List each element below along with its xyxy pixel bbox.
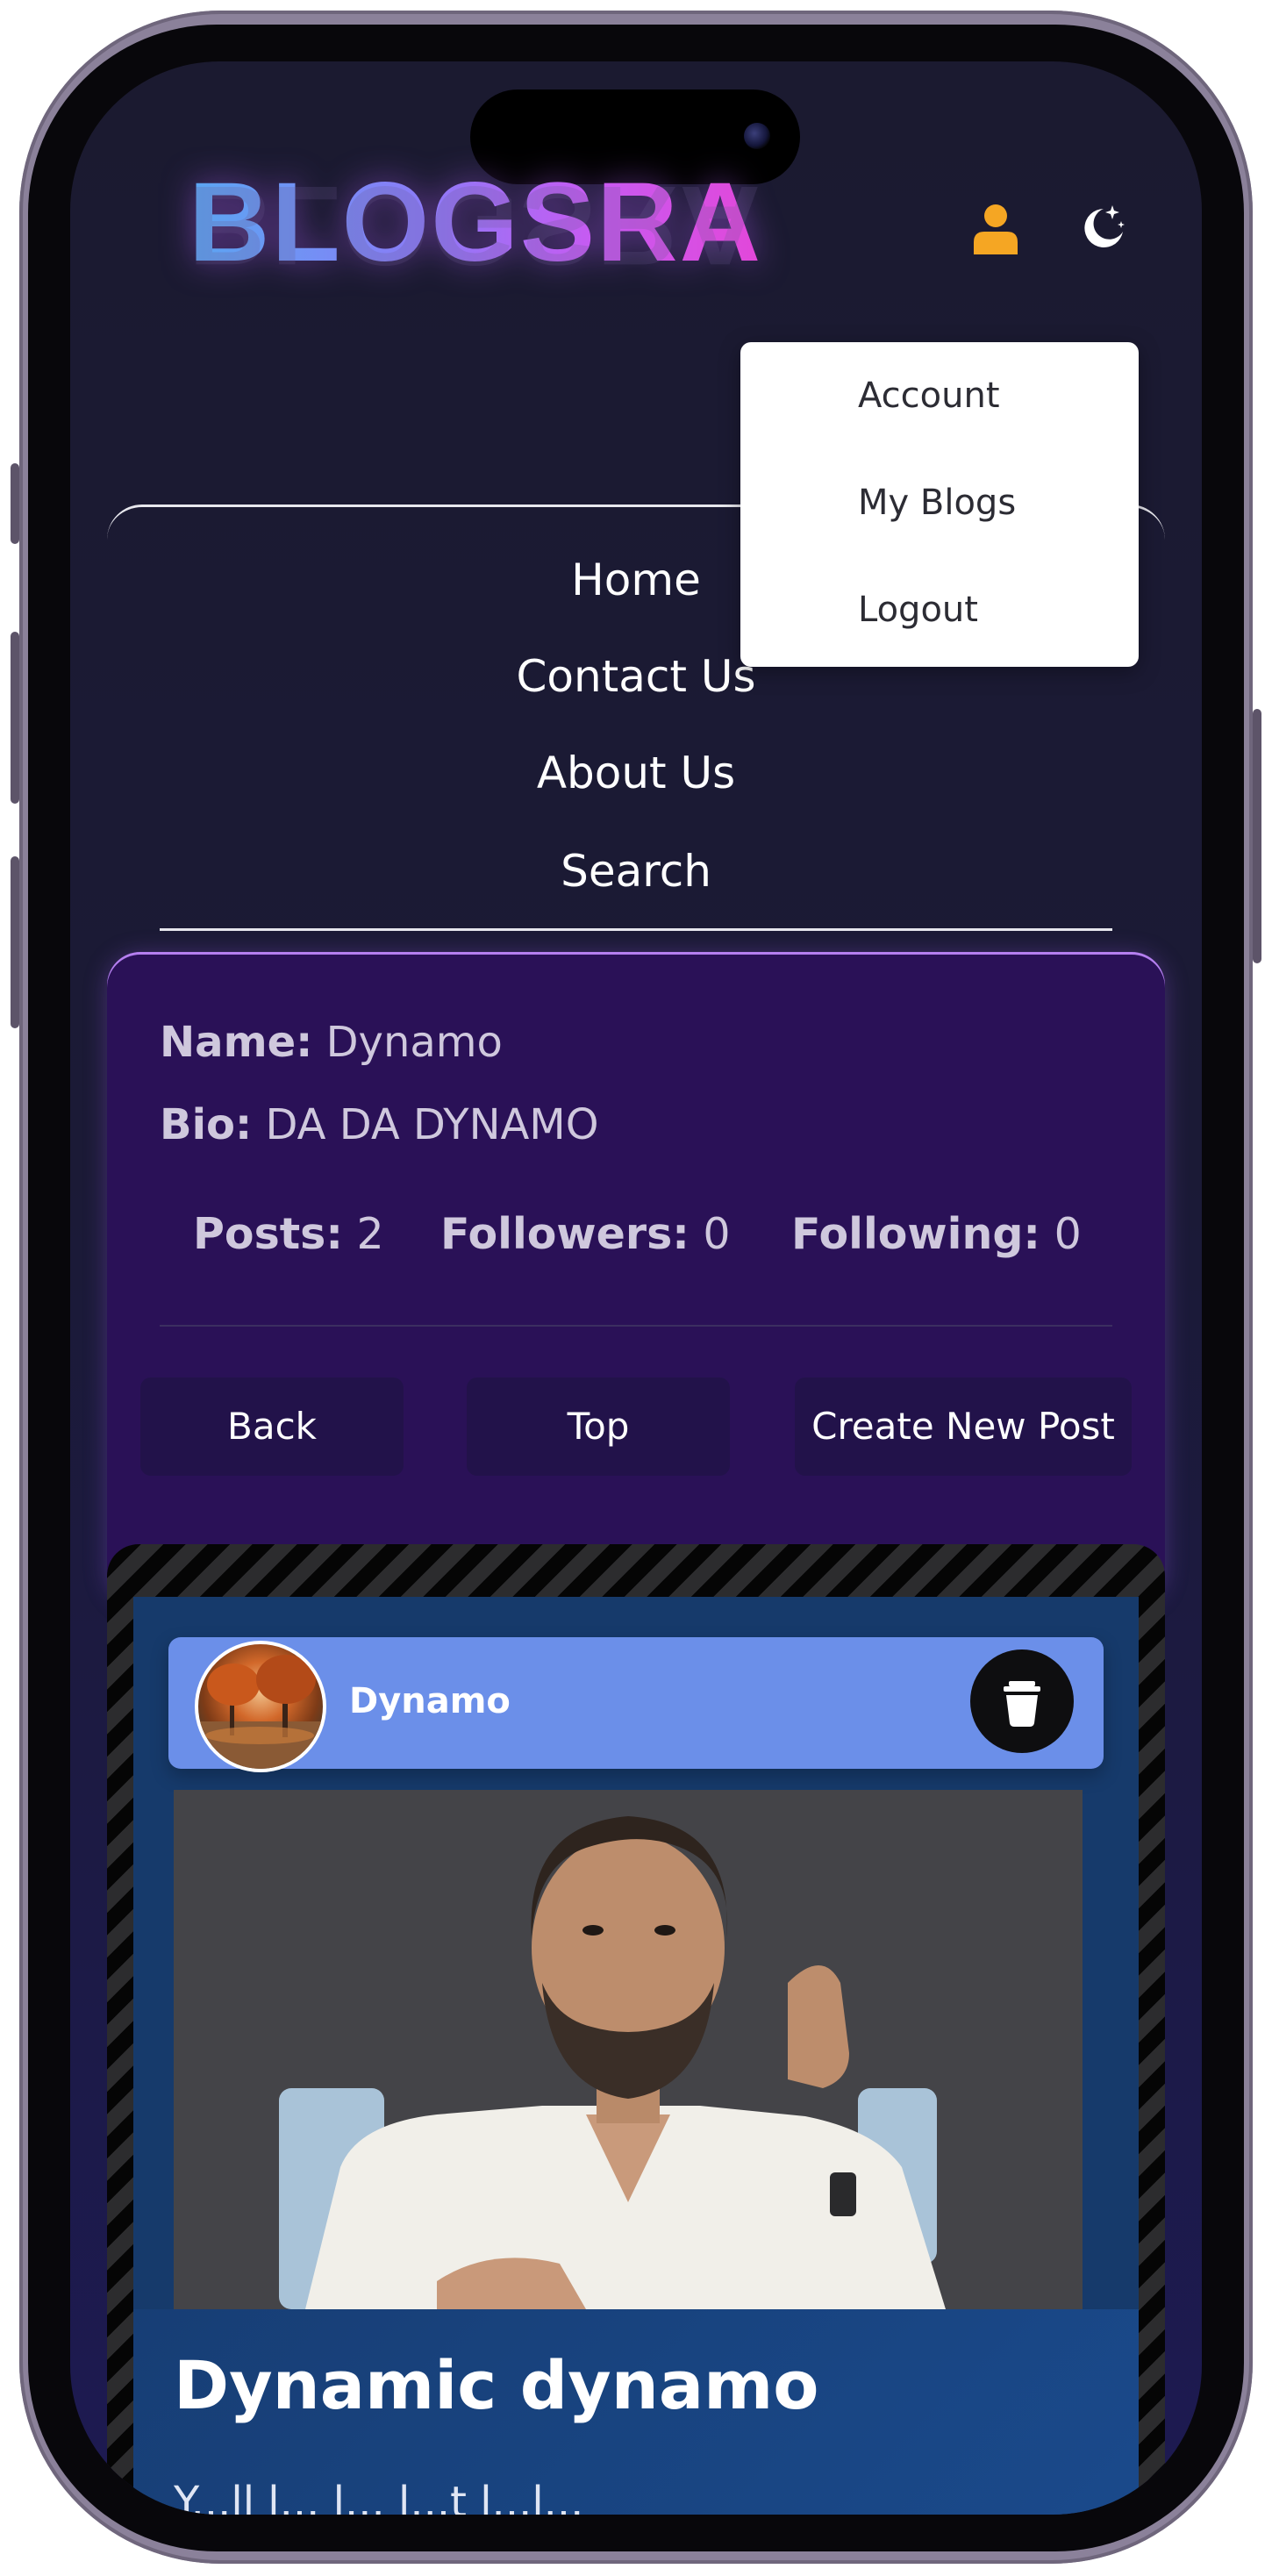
volume-up-button: [11, 632, 19, 804]
profile-bio-label: Bio:: [160, 1100, 253, 1149]
stat-posts: Posts: 2: [193, 1209, 384, 1259]
profile-name: Name: Dynamo: [160, 1018, 503, 1067]
profile-divider: [160, 1325, 1112, 1327]
account-dropdown: Account My Blogs Logout: [740, 342, 1139, 667]
top-button[interactable]: Top: [467, 1377, 730, 1476]
nav-divider: [160, 928, 1112, 931]
post-title[interactable]: Dynamic dynamo: [174, 2346, 819, 2424]
menu-item-my-blogs[interactable]: My Blogs: [858, 483, 1016, 523]
volume-down-button: [11, 856, 19, 1028]
nav-item-search[interactable]: Search: [70, 846, 1202, 897]
profile-name-value: Dynamo: [325, 1018, 503, 1067]
stat-followers-label: Followers:: [440, 1209, 690, 1259]
stat-followers: Followers: 0: [440, 1209, 731, 1259]
menu-item-account[interactable]: Account: [858, 376, 1000, 416]
create-new-post-button[interactable]: Create New Post: [795, 1377, 1132, 1476]
post-cover-image[interactable]: [174, 1790, 1083, 2309]
stat-following-value: 0: [1054, 1209, 1082, 1259]
action-button: [11, 463, 19, 544]
moon-stars-icon[interactable]: [1077, 202, 1126, 251]
profile-bio: Bio: DA DA DYNAMO: [160, 1100, 599, 1149]
stat-following-label: Following:: [791, 1209, 1041, 1259]
nav-item-about-us[interactable]: About Us: [70, 748, 1202, 798]
author-avatar[interactable]: [195, 1641, 326, 1772]
stat-posts-value: 2: [356, 1209, 384, 1259]
post-excerpt: Y...ll l... l... l...t l...l...: [174, 2478, 584, 2515]
screen: BLOGSRA BLOGSRA ue Home Contact Us About…: [70, 61, 1202, 2515]
trash-icon: [1004, 1681, 1040, 1727]
delete-post-button[interactable]: [970, 1649, 1074, 1753]
back-button[interactable]: Back: [140, 1377, 404, 1476]
profile-name-label: Name:: [160, 1018, 313, 1067]
stat-posts-label: Posts:: [193, 1209, 343, 1259]
power-button: [1253, 709, 1261, 963]
stat-following: Following: 0: [791, 1209, 1082, 1259]
site-logo-reflection: BLOGSRA: [189, 162, 762, 288]
menu-item-logout[interactable]: Logout: [858, 590, 978, 630]
post-author-name[interactable]: Dynamo: [349, 1681, 511, 1721]
user-icon[interactable]: [972, 204, 1019, 254]
profile-bio-value: DA DA DYNAMO: [265, 1100, 599, 1149]
stat-followers-value: 0: [703, 1209, 731, 1259]
front-camera: [744, 123, 770, 149]
